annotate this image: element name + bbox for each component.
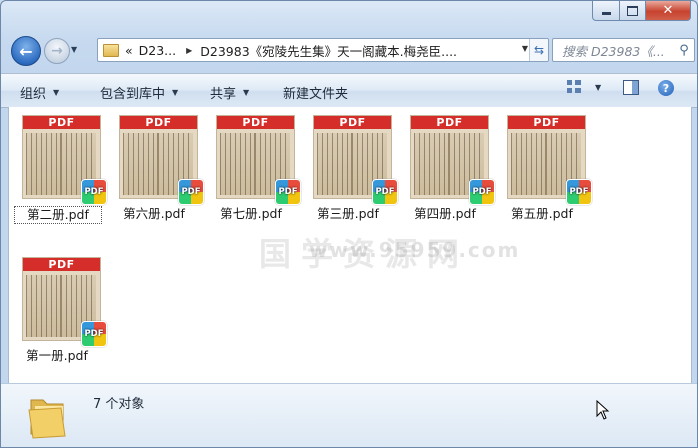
file-name[interactable]: 第六册.pdf bbox=[111, 206, 197, 222]
details-pane: 7 个对象 bbox=[1, 383, 697, 447]
pdf-band: PDF bbox=[508, 116, 585, 129]
forward-arrow-icon: → bbox=[51, 43, 63, 59]
search-box[interactable]: 搜索 D23983《... ⚲ bbox=[552, 38, 695, 62]
preview-pane-button[interactable] bbox=[623, 80, 639, 95]
file-item[interactable]: PDF PDF 第四册.pdf bbox=[402, 115, 495, 223]
pdf-app-icon: PDF bbox=[469, 179, 495, 205]
pdf-band: PDF bbox=[23, 258, 100, 271]
pdf-app-icon: PDF bbox=[372, 179, 398, 205]
recent-pages-dropdown[interactable]: ▼ bbox=[71, 45, 81, 55]
help-icon: ? bbox=[658, 80, 674, 96]
caption-buttons: ✕ bbox=[592, 1, 691, 21]
chevron-down-icon: ▼ bbox=[172, 88, 179, 97]
organize-label: 组织 bbox=[20, 87, 47, 102]
address-bar[interactable]: « D23... ▶ D23983《宛陵先生集》天一阁藏本.梅尧臣.... ▼ … bbox=[97, 38, 549, 62]
folder-icon bbox=[103, 43, 119, 57]
pdf-app-icon: PDF bbox=[81, 321, 107, 347]
minimize-button[interactable] bbox=[592, 1, 620, 21]
view-grid-icon bbox=[567, 80, 581, 94]
include-in-library-label: 包含到库中 bbox=[100, 87, 166, 102]
command-bar: 组织 ▼ 包含到库中 ▼ 共享 ▼ 新建文件夹 ▼ ? bbox=[1, 73, 697, 108]
pdf-app-icon: PDF bbox=[566, 179, 592, 205]
explorer-window: ✕ ← → ▼ « D23... ▶ D23983《宛陵先生集》天一阁藏本.梅尧… bbox=[0, 0, 698, 448]
pdf-band: PDF bbox=[314, 116, 391, 129]
file-name[interactable]: 第四册.pdf bbox=[402, 206, 488, 222]
navigation-bar: ← → ▼ « D23... ▶ D23983《宛陵先生集》天一阁藏本.梅尧臣.… bbox=[9, 36, 695, 66]
forward-button[interactable]: → bbox=[44, 38, 70, 64]
file-name[interactable]: 第三册.pdf bbox=[305, 206, 391, 222]
address-overflow[interactable]: « bbox=[125, 43, 133, 58]
share-label: 共享 bbox=[210, 87, 237, 102]
file-name[interactable]: 第一册.pdf bbox=[14, 348, 100, 364]
organize-menu[interactable]: 组织 ▼ bbox=[20, 83, 59, 102]
address-dropdown-icon[interactable]: ▼ bbox=[522, 44, 528, 53]
file-name[interactable]: 第二册.pdf bbox=[14, 206, 102, 224]
chevron-down-icon[interactable]: ▼ bbox=[595, 83, 601, 92]
file-name[interactable]: 第五册.pdf bbox=[499, 206, 585, 222]
breadcrumb-segment-1[interactable]: D23... bbox=[139, 43, 176, 58]
breadcrumb-segment-2[interactable]: D23983《宛陵先生集》天一阁藏本.梅尧臣.... bbox=[200, 41, 457, 60]
new-folder-button[interactable]: 新建文件夹 bbox=[283, 83, 348, 102]
preview-pane-icon bbox=[623, 80, 639, 95]
mouse-pointer-icon bbox=[596, 400, 610, 420]
pdf-app-icon: PDF bbox=[178, 179, 204, 205]
back-button[interactable]: ← bbox=[11, 36, 41, 66]
change-view-button[interactable]: ▼ bbox=[567, 80, 601, 94]
chevron-down-icon: ▼ bbox=[53, 88, 60, 97]
pdf-app-icon: PDF bbox=[275, 179, 301, 205]
file-list[interactable]: 国学资源网 www.95959.com PDF PDF 第二册.pdf PDF … bbox=[8, 107, 692, 383]
item-count: 7 个对象 bbox=[93, 397, 145, 412]
close-icon: ✕ bbox=[662, 3, 674, 18]
new-folder-label: 新建文件夹 bbox=[283, 87, 349, 102]
file-item[interactable]: PDF PDF 第六册.pdf bbox=[111, 115, 204, 223]
file-item[interactable]: PDF PDF 第五册.pdf bbox=[499, 115, 592, 223]
watermark-url: www.95959.com bbox=[309, 238, 521, 262]
minimize-icon bbox=[601, 12, 611, 15]
file-item[interactable]: PDF PDF 第一册.pdf bbox=[14, 257, 107, 365]
file-item[interactable]: PDF PDF 第二册.pdf bbox=[14, 115, 107, 224]
search-placeholder: 搜索 D23983《... bbox=[562, 43, 665, 59]
share-menu[interactable]: 共享 ▼ bbox=[210, 83, 249, 102]
pdf-band: PDF bbox=[217, 116, 294, 129]
breadcrumb-separator-icon[interactable]: ▶ bbox=[186, 46, 192, 55]
maximize-icon bbox=[627, 5, 638, 16]
file-item[interactable]: PDF PDF 第七册.pdf bbox=[208, 115, 301, 223]
refresh-button[interactable]: ⇆ bbox=[529, 39, 548, 61]
pdf-band: PDF bbox=[120, 116, 197, 129]
file-name[interactable]: 第七册.pdf bbox=[208, 206, 294, 222]
file-item[interactable]: PDF PDF 第三册.pdf bbox=[305, 115, 398, 223]
include-in-library-menu[interactable]: 包含到库中 ▼ bbox=[100, 83, 178, 102]
back-arrow-icon: ← bbox=[19, 41, 33, 61]
close-button[interactable]: ✕ bbox=[646, 1, 691, 21]
pdf-band: PDF bbox=[23, 116, 100, 129]
help-button[interactable]: ? bbox=[658, 80, 674, 96]
chevron-down-icon: ▼ bbox=[243, 88, 250, 97]
maximize-button[interactable] bbox=[620, 1, 646, 21]
pdf-app-icon: PDF bbox=[81, 179, 107, 205]
search-icon[interactable]: ⚲ bbox=[674, 43, 694, 58]
folder-icon bbox=[28, 399, 66, 439]
pdf-band: PDF bbox=[411, 116, 488, 129]
